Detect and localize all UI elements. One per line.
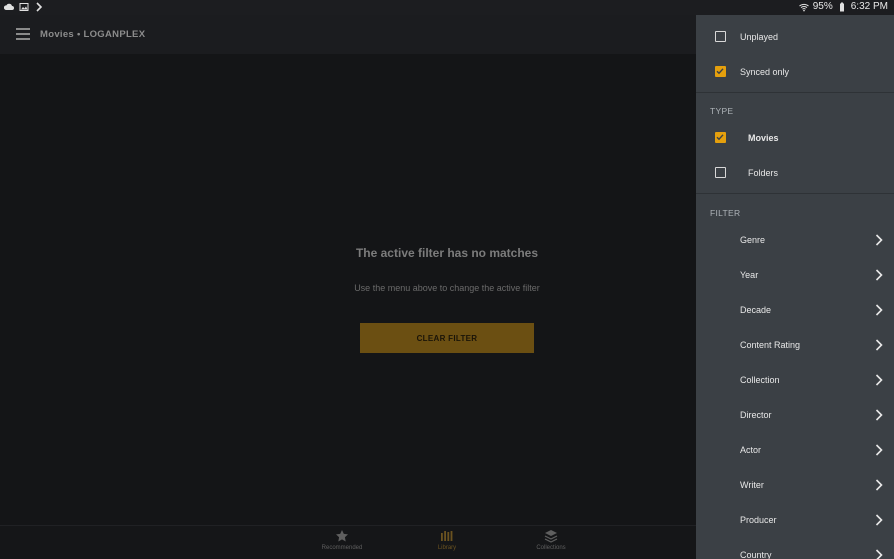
filter-producer[interactable]: Producer [696, 502, 894, 537]
filter-label: Collection [740, 374, 780, 385]
nav-recommended[interactable]: Recommended [302, 529, 382, 551]
chevron-right-icon [875, 478, 883, 491]
filter-label: Decade [740, 304, 772, 315]
type-label: Movies [748, 132, 779, 143]
status-bar: 95% 6:32 PM [0, 0, 894, 15]
app-screen: 95% 6:32 PM Movies • LOGANPLEX CLEAR FIL… [0, 0, 894, 559]
type-label: Folders [748, 167, 779, 178]
filter-writer[interactable]: Writer [696, 467, 894, 502]
checkmark-icon [716, 68, 724, 75]
status-bar-notifications [4, 2, 44, 12]
filter-label: Content Rating [740, 339, 801, 350]
cloud-icon [4, 3, 14, 10]
filter-label: Country [740, 549, 772, 559]
nav-label: Recommended [321, 545, 363, 551]
filter-label: Director [740, 409, 772, 420]
filter-year[interactable]: Year [696, 257, 894, 292]
chevron-right-icon [875, 513, 883, 526]
toggle-label: Unplayed [740, 31, 779, 42]
bottom-navigation: Recommended Library Collections [0, 525, 696, 559]
filter-content-rating[interactable]: Content Rating [696, 327, 894, 362]
toggle-unplayed[interactable]: Unplayed [696, 19, 894, 54]
chevron-right-icon [875, 373, 883, 386]
wifi-icon [798, 3, 809, 11]
nav-label: Library [437, 545, 457, 551]
plex-chevron-icon [36, 2, 43, 12]
app-bar: Movies • LOGANPLEX [0, 15, 696, 54]
filter-director[interactable]: Director [696, 397, 894, 432]
filter-decade[interactable]: Decade [696, 292, 894, 327]
checkbox-checked[interactable] [715, 66, 726, 77]
battery-icon [839, 2, 844, 11]
clock: 6:32 PM [850, 1, 888, 12]
filter-drawer: Unplayed Synced only TYPE Movies Folders… [696, 15, 894, 559]
filter-label: Genre [740, 234, 766, 245]
status-bar-system: 95% 6:32 PM [798, 1, 888, 12]
page-title: Movies • LOGANPLEX [40, 29, 146, 40]
filter-section-header: FILTER [710, 208, 741, 218]
chevron-right-icon [875, 443, 883, 456]
filter-collection[interactable]: Collection [696, 362, 894, 397]
image-icon [19, 3, 29, 11]
library-bars-icon [441, 531, 453, 541]
stack-layers-icon [544, 530, 558, 543]
divider [696, 92, 894, 93]
filter-label: Year [740, 269, 759, 280]
checkmark-icon [716, 134, 724, 141]
checkbox-unchecked[interactable] [715, 167, 726, 178]
nav-collections[interactable]: Collections [511, 529, 591, 551]
type-folders[interactable]: Folders [696, 155, 894, 190]
chevron-right-icon [875, 268, 883, 281]
menu-icon[interactable] [16, 28, 30, 40]
nav-library[interactable]: Library [407, 529, 487, 551]
chevron-right-icon [875, 233, 883, 246]
battery-percent: 95% [812, 1, 833, 12]
toggle-synced-only[interactable]: Synced only [696, 54, 894, 89]
filter-actor[interactable]: Actor [696, 432, 894, 467]
chevron-right-icon [875, 303, 883, 316]
filter-label: Producer [740, 514, 777, 525]
filter-label: Writer [740, 479, 764, 490]
star-icon [336, 530, 348, 542]
nav-label: Collections [536, 545, 566, 551]
divider [696, 193, 894, 194]
chevron-right-icon [875, 338, 883, 351]
filter-label: Actor [740, 444, 762, 455]
filter-country[interactable]: Country [696, 537, 894, 559]
checkbox-unchecked[interactable] [715, 31, 726, 42]
type-movies[interactable]: Movies [696, 120, 894, 155]
checkbox-checked[interactable] [715, 132, 726, 143]
toggle-label: Synced only [740, 66, 790, 77]
clear-filter-button[interactable]: CLEAR FILTER [360, 323, 534, 353]
filter-genre[interactable]: Genre [696, 222, 894, 257]
chevron-right-icon [875, 548, 883, 559]
chevron-right-icon [875, 408, 883, 421]
type-section-header: TYPE [710, 106, 734, 116]
